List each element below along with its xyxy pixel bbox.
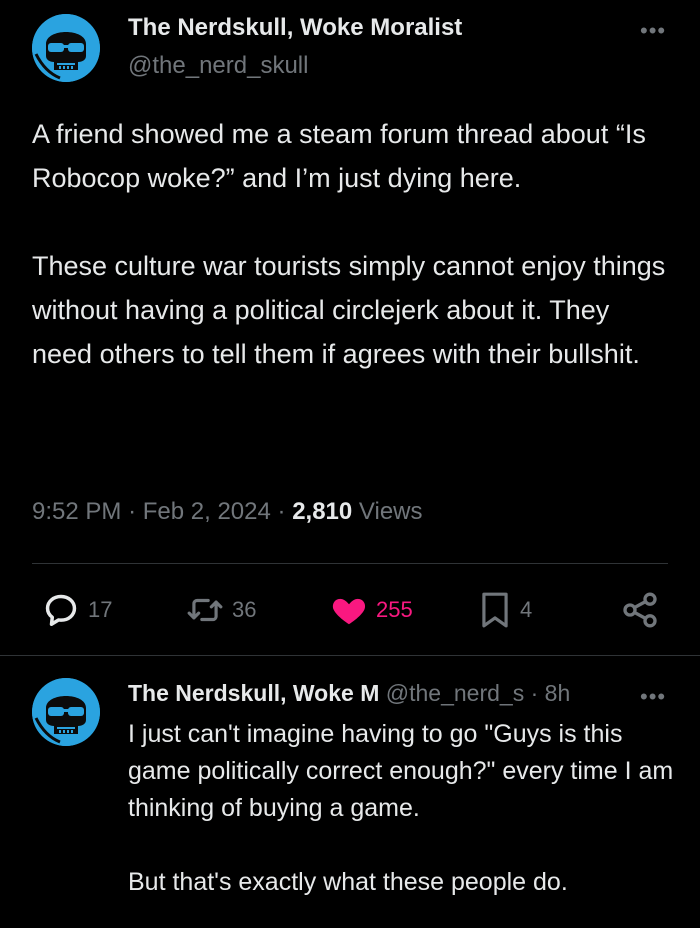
more-options-icon[interactable]: ••• [640, 20, 666, 42]
reply-author-handle[interactable]: @the_nerd_s [386, 680, 524, 706]
reply-more-options-icon[interactable]: ••• [640, 686, 666, 708]
reply-age[interactable]: 8h [545, 680, 571, 706]
like-count: 255 [376, 597, 413, 622]
tweet-text: A friend showed me a steam forum thread … [32, 112, 672, 376]
bookmark-icon [482, 592, 508, 628]
skull-sunglasses-icon [32, 678, 100, 746]
reply-paragraph: I just can't imagine having to go "Guys … [128, 720, 674, 822]
author-handle[interactable]: @the_nerd_skull [128, 52, 308, 80]
author-avatar[interactable] [32, 14, 100, 82]
heart-icon [332, 598, 366, 625]
tweet-paragraph: A friend showed me a steam forum thread … [32, 119, 646, 193]
bookmark-button[interactable]: 4 [478, 590, 532, 630]
bookmark-count: 4 [520, 597, 533, 622]
reply-paragraph: But that's exactly what these people do. [128, 868, 568, 896]
views-count: 2,810 [292, 498, 353, 525]
like-button[interactable]: 255 [330, 590, 413, 630]
separator: · [530, 680, 539, 706]
divider [32, 563, 668, 564]
repost-count: 36 [232, 597, 257, 622]
tweet-date[interactable]: Feb 2, 2024 [143, 498, 271, 525]
reply-header: The Nerdskull, Woke M @the_nerd_s · 8h [128, 680, 673, 707]
reply-author-avatar[interactable] [32, 678, 100, 746]
reply-author-display-name[interactable]: The Nerdskull, Woke M [128, 680, 379, 706]
views-label: Views [358, 498, 423, 525]
skull-sunglasses-icon [32, 14, 100, 82]
reply-button[interactable]: 17 [42, 590, 112, 630]
repost-button[interactable]: 36 [186, 590, 256, 630]
share-button[interactable] [620, 590, 660, 630]
author-display-name[interactable]: The Nerdskull, Woke Moralist [128, 14, 462, 42]
separator: · [128, 498, 137, 525]
share-icon [623, 592, 657, 628]
separator: · [277, 498, 286, 525]
reply-text: I just can't imagine having to go "Guys … [128, 716, 688, 901]
tweet-paragraph: These culture war tourists simply cannot… [32, 251, 666, 369]
tweet-metadata: 9:52 PM · Feb 2, 2024 · 2,810 Views [32, 498, 423, 526]
reply-icon [45, 594, 77, 626]
divider [0, 655, 700, 656]
tweet-time[interactable]: 9:52 PM [32, 498, 121, 525]
repost-icon [187, 598, 223, 622]
reply-count: 17 [88, 597, 113, 622]
